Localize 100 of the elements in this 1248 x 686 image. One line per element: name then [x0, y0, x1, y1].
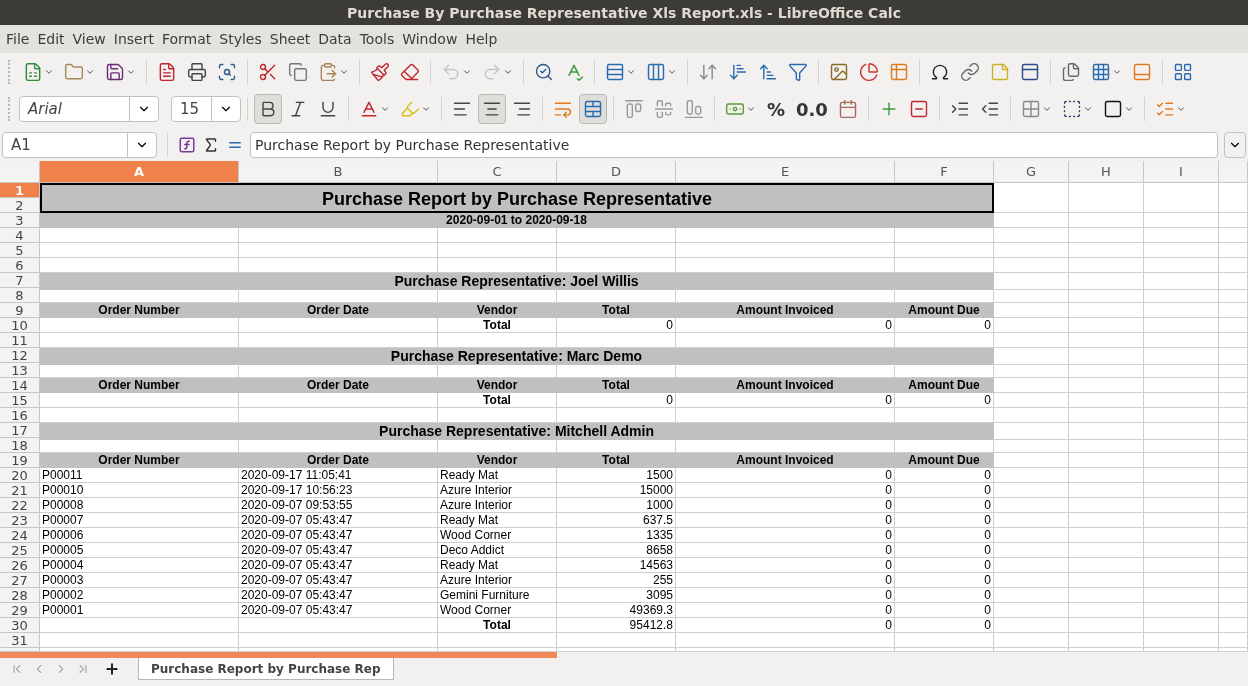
empty-cell	[1219, 243, 1248, 258]
menu-item[interactable]: Insert	[109, 31, 158, 47]
row-number[interactable]: 15	[0, 393, 40, 408]
menu-item[interactable]: Help	[461, 31, 502, 47]
row-number[interactable]: 21	[0, 483, 40, 498]
row-number[interactable]: 27	[0, 573, 40, 588]
font-name-field[interactable]: Arial	[19, 96, 159, 122]
column-label[interactable]: F	[895, 161, 994, 183]
row-number[interactable]: 26	[0, 558, 40, 573]
filter-icon	[788, 61, 808, 82]
empty-cell	[1219, 228, 1248, 243]
row-number[interactable]: 5	[0, 243, 40, 258]
row-number[interactable]: 19	[0, 453, 40, 468]
table-cell: 2020-09-17 11:05:41	[239, 468, 438, 483]
row-number[interactable]: 7	[0, 273, 40, 288]
row-number[interactable]: 13	[0, 363, 40, 378]
table-cell: P00007	[40, 513, 239, 528]
menu-item[interactable]: Sheet	[265, 31, 315, 47]
corner-cell[interactable]	[0, 161, 40, 183]
row-number[interactable]: 9	[0, 303, 40, 318]
row-number[interactable]: 29	[0, 603, 40, 618]
empty-cell	[1219, 468, 1248, 483]
underline-icon	[318, 99, 338, 119]
row-number[interactable]: 11	[0, 333, 40, 348]
column-label[interactable]: I	[1144, 161, 1219, 183]
empty-cell	[1219, 573, 1248, 588]
menu-item[interactable]: Edit	[33, 31, 69, 47]
table-cell: 2020-09-07 05:43:47	[239, 573, 438, 588]
row-number[interactable]: 4	[0, 228, 40, 243]
table-cell: 0	[895, 468, 994, 483]
indent-increase-icon	[949, 99, 970, 119]
scroll-bar[interactable]	[0, 652, 557, 658]
bold-button[interactable]	[254, 94, 282, 124]
column-label[interactable]: D	[557, 161, 676, 183]
empty-cell	[1219, 618, 1248, 633]
align-left-icon	[452, 99, 472, 119]
columns-icon	[646, 61, 666, 82]
expand-button[interactable]	[1224, 131, 1246, 158]
row-number[interactable]: 24	[0, 528, 40, 543]
menu-item[interactable]: Window	[398, 31, 462, 47]
row-number[interactable]: 17	[0, 423, 40, 438]
row-number[interactable]: 2	[0, 198, 40, 213]
table-cell: 0	[676, 588, 895, 603]
row-number[interactable]: 22	[0, 498, 40, 513]
number-format-button[interactable]: 0.0	[792, 94, 832, 124]
print-preview-icon	[217, 61, 237, 82]
table-cell: 0	[895, 573, 994, 588]
row-number[interactable]: 25	[0, 543, 40, 558]
table-cell: 0	[895, 618, 994, 633]
name-box[interactable]: A1	[2, 131, 157, 158]
column-label[interactable]: G	[994, 161, 1069, 183]
table-cell: P00008	[40, 498, 239, 513]
column-label[interactable]: C	[438, 161, 557, 183]
menu-item[interactable]: Tools	[355, 31, 399, 47]
section-heading: Purchase Representative: Mitchell Admin	[40, 423, 994, 440]
row-number[interactable]: 18	[0, 438, 40, 453]
column-label[interactable]: H	[1069, 161, 1144, 183]
table-cell: 0	[676, 618, 895, 633]
empty-cell	[1219, 318, 1248, 333]
row-number[interactable]: 30	[0, 618, 40, 633]
row-number[interactable]: 3	[0, 213, 40, 228]
menu-item[interactable]: Format	[157, 31, 216, 47]
font-size-field[interactable]: 15	[171, 96, 241, 122]
table-cell: Azure Interior	[438, 483, 557, 498]
merge-cells-button[interactable]	[579, 94, 607, 124]
menu-item[interactable]: File	[2, 31, 34, 47]
row-number[interactable]: 8	[0, 288, 40, 303]
first-icon	[10, 662, 24, 676]
row-number[interactable]: 6	[0, 258, 40, 273]
sheet-tab[interactable]: Purchase Report by Purchase Rep	[138, 658, 394, 680]
column-label[interactable]: E	[676, 161, 895, 183]
table-cell: 0	[676, 528, 895, 543]
function-icon[interactable]	[178, 135, 196, 154]
table-cell: Azure Interior	[438, 498, 557, 513]
pivot-table-icon	[889, 61, 909, 82]
row-number[interactable]: 31	[0, 633, 40, 648]
table-cell: 15000	[557, 483, 676, 498]
row-number[interactable]: 12	[0, 348, 40, 363]
indent-decrease-icon	[979, 99, 1000, 119]
row-number[interactable]: 16	[0, 408, 40, 423]
row-number[interactable]: 23	[0, 513, 40, 528]
table-cell: 2020-09-07 09:53:55	[239, 498, 438, 513]
column-label[interactable]: B	[239, 161, 438, 183]
row-number[interactable]: 14	[0, 378, 40, 393]
menu-item[interactable]: Styles	[215, 31, 266, 47]
number-format-button[interactable]: %	[762, 94, 790, 124]
align-button[interactable]	[478, 94, 506, 124]
menu-item[interactable]: Data	[314, 31, 356, 47]
empty-cell	[1219, 603, 1248, 618]
table-cell: P00004	[40, 558, 239, 573]
table-cell: P00011	[40, 468, 239, 483]
formula-field[interactable]: Purchase Report by Purchase Representative	[250, 131, 1218, 158]
column-header: Order Number	[40, 378, 239, 393]
borders-icon	[1020, 99, 1041, 119]
row-number[interactable]: 20	[0, 468, 40, 483]
empty-cell	[1219, 528, 1248, 543]
row-number[interactable]: 28	[0, 588, 40, 603]
column-header: Total	[557, 453, 676, 468]
menu-item[interactable]: View	[68, 31, 110, 47]
row-number[interactable]: 10	[0, 318, 40, 333]
